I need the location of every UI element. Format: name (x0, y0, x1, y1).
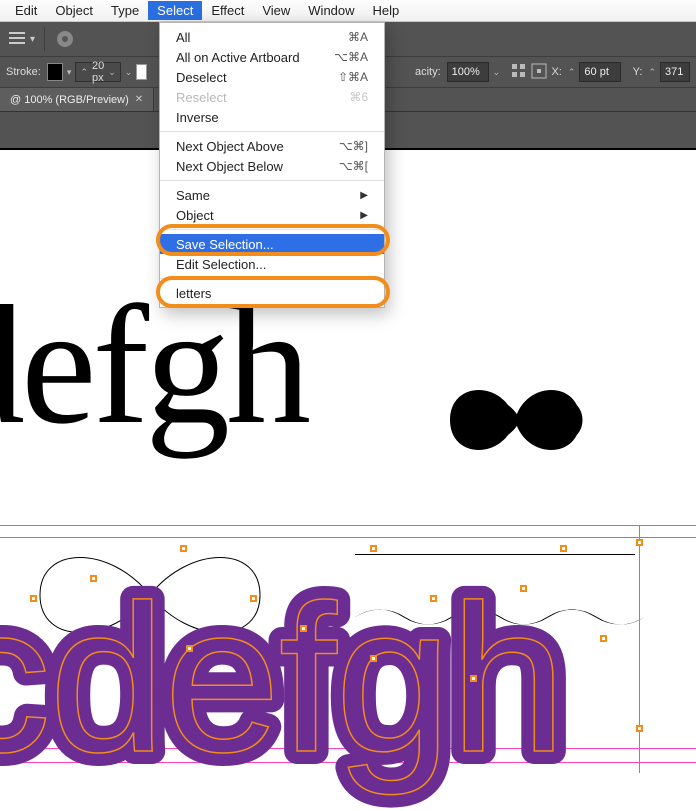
document-tab[interactable]: @ 100% (RGB/Preview) ✕ (0, 88, 154, 111)
y-input[interactable] (660, 62, 690, 82)
artwork-infinity-solid (420, 350, 610, 500)
opacity-input[interactable] (447, 62, 489, 82)
hamburger-icon[interactable] (6, 28, 28, 50)
menu-item-save-selection[interactable]: Save Selection... (160, 234, 384, 254)
menu-item-object-submenu[interactable]: Object▶ (160, 205, 384, 225)
stroke-swatch-chevron[interactable]: ▾ (67, 67, 72, 78)
x-label: X: (551, 66, 561, 78)
menu-select[interactable]: Select (148, 1, 202, 20)
submenu-arrow-icon: ▶ (360, 190, 368, 201)
menubar: Edit Object Type Select Effect View Wind… (0, 0, 696, 22)
menu-effect[interactable]: Effect (202, 1, 253, 20)
menu-item-inverse[interactable]: Inverse (160, 107, 384, 127)
stroke-label: Stroke: (6, 66, 41, 78)
stroke-weight-dropdown[interactable]: ⌄ (125, 67, 133, 78)
menu-window[interactable]: Window (299, 1, 363, 20)
tool-strip-chevron: ▾ (30, 34, 35, 45)
align-panel-icon[interactable] (511, 63, 527, 82)
menu-item-edit-selection[interactable]: Edit Selection... (160, 254, 384, 274)
x-input[interactable] (579, 62, 621, 82)
stroke-weight-select[interactable]: ⌃ 20 px ⌄ (75, 62, 120, 82)
menu-item-same[interactable]: Same▶ (160, 185, 384, 205)
color-wheel-icon[interactable] (54, 28, 76, 50)
svg-text:cdefgh: cdefgh (0, 561, 565, 796)
menu-type[interactable]: Type (102, 1, 148, 20)
menu-item-reselect: Reselect⌘6 (160, 87, 384, 107)
document-tab-title: @ 100% (RGB/Preview) (10, 94, 129, 106)
menu-item-all-artboard[interactable]: All on Active Artboard⌥⌘A (160, 47, 384, 67)
menu-object[interactable]: Object (46, 1, 102, 20)
selection-area: cdefgh cdefgh (0, 525, 696, 773)
menu-item-next-above[interactable]: Next Object Above⌥⌘] (160, 136, 384, 156)
menu-item-next-below[interactable]: Next Object Below⌥⌘[ (160, 156, 384, 176)
submenu-arrow-icon: ▶ (360, 210, 368, 221)
menu-item-all[interactable]: All⌘A (160, 27, 384, 47)
y-label: Y: (633, 66, 643, 78)
artwork-purple-text: cdefgh cdefgh (0, 551, 696, 811)
menu-item-deselect[interactable]: Deselect⇧⌘A (160, 67, 384, 87)
stroke-weight-value: 20 px (92, 60, 104, 84)
menu-edit[interactable]: Edit (6, 1, 46, 20)
stroke-style-icon[interactable] (136, 64, 147, 80)
opacity-chevron[interactable]: ⌄ (493, 67, 501, 78)
select-menu-dropdown: All⌘A All on Active Artboard⌥⌘A Deselect… (159, 22, 385, 308)
menu-item-letters[interactable]: letters (160, 283, 384, 303)
opacity-label: acity: (415, 66, 441, 78)
close-icon[interactable]: ✕ (135, 94, 143, 105)
menu-view[interactable]: View (253, 1, 299, 20)
menu-help[interactable]: Help (364, 1, 409, 20)
stroke-swatch[interactable] (47, 63, 63, 81)
transform-panel-icon[interactable] (531, 63, 547, 82)
